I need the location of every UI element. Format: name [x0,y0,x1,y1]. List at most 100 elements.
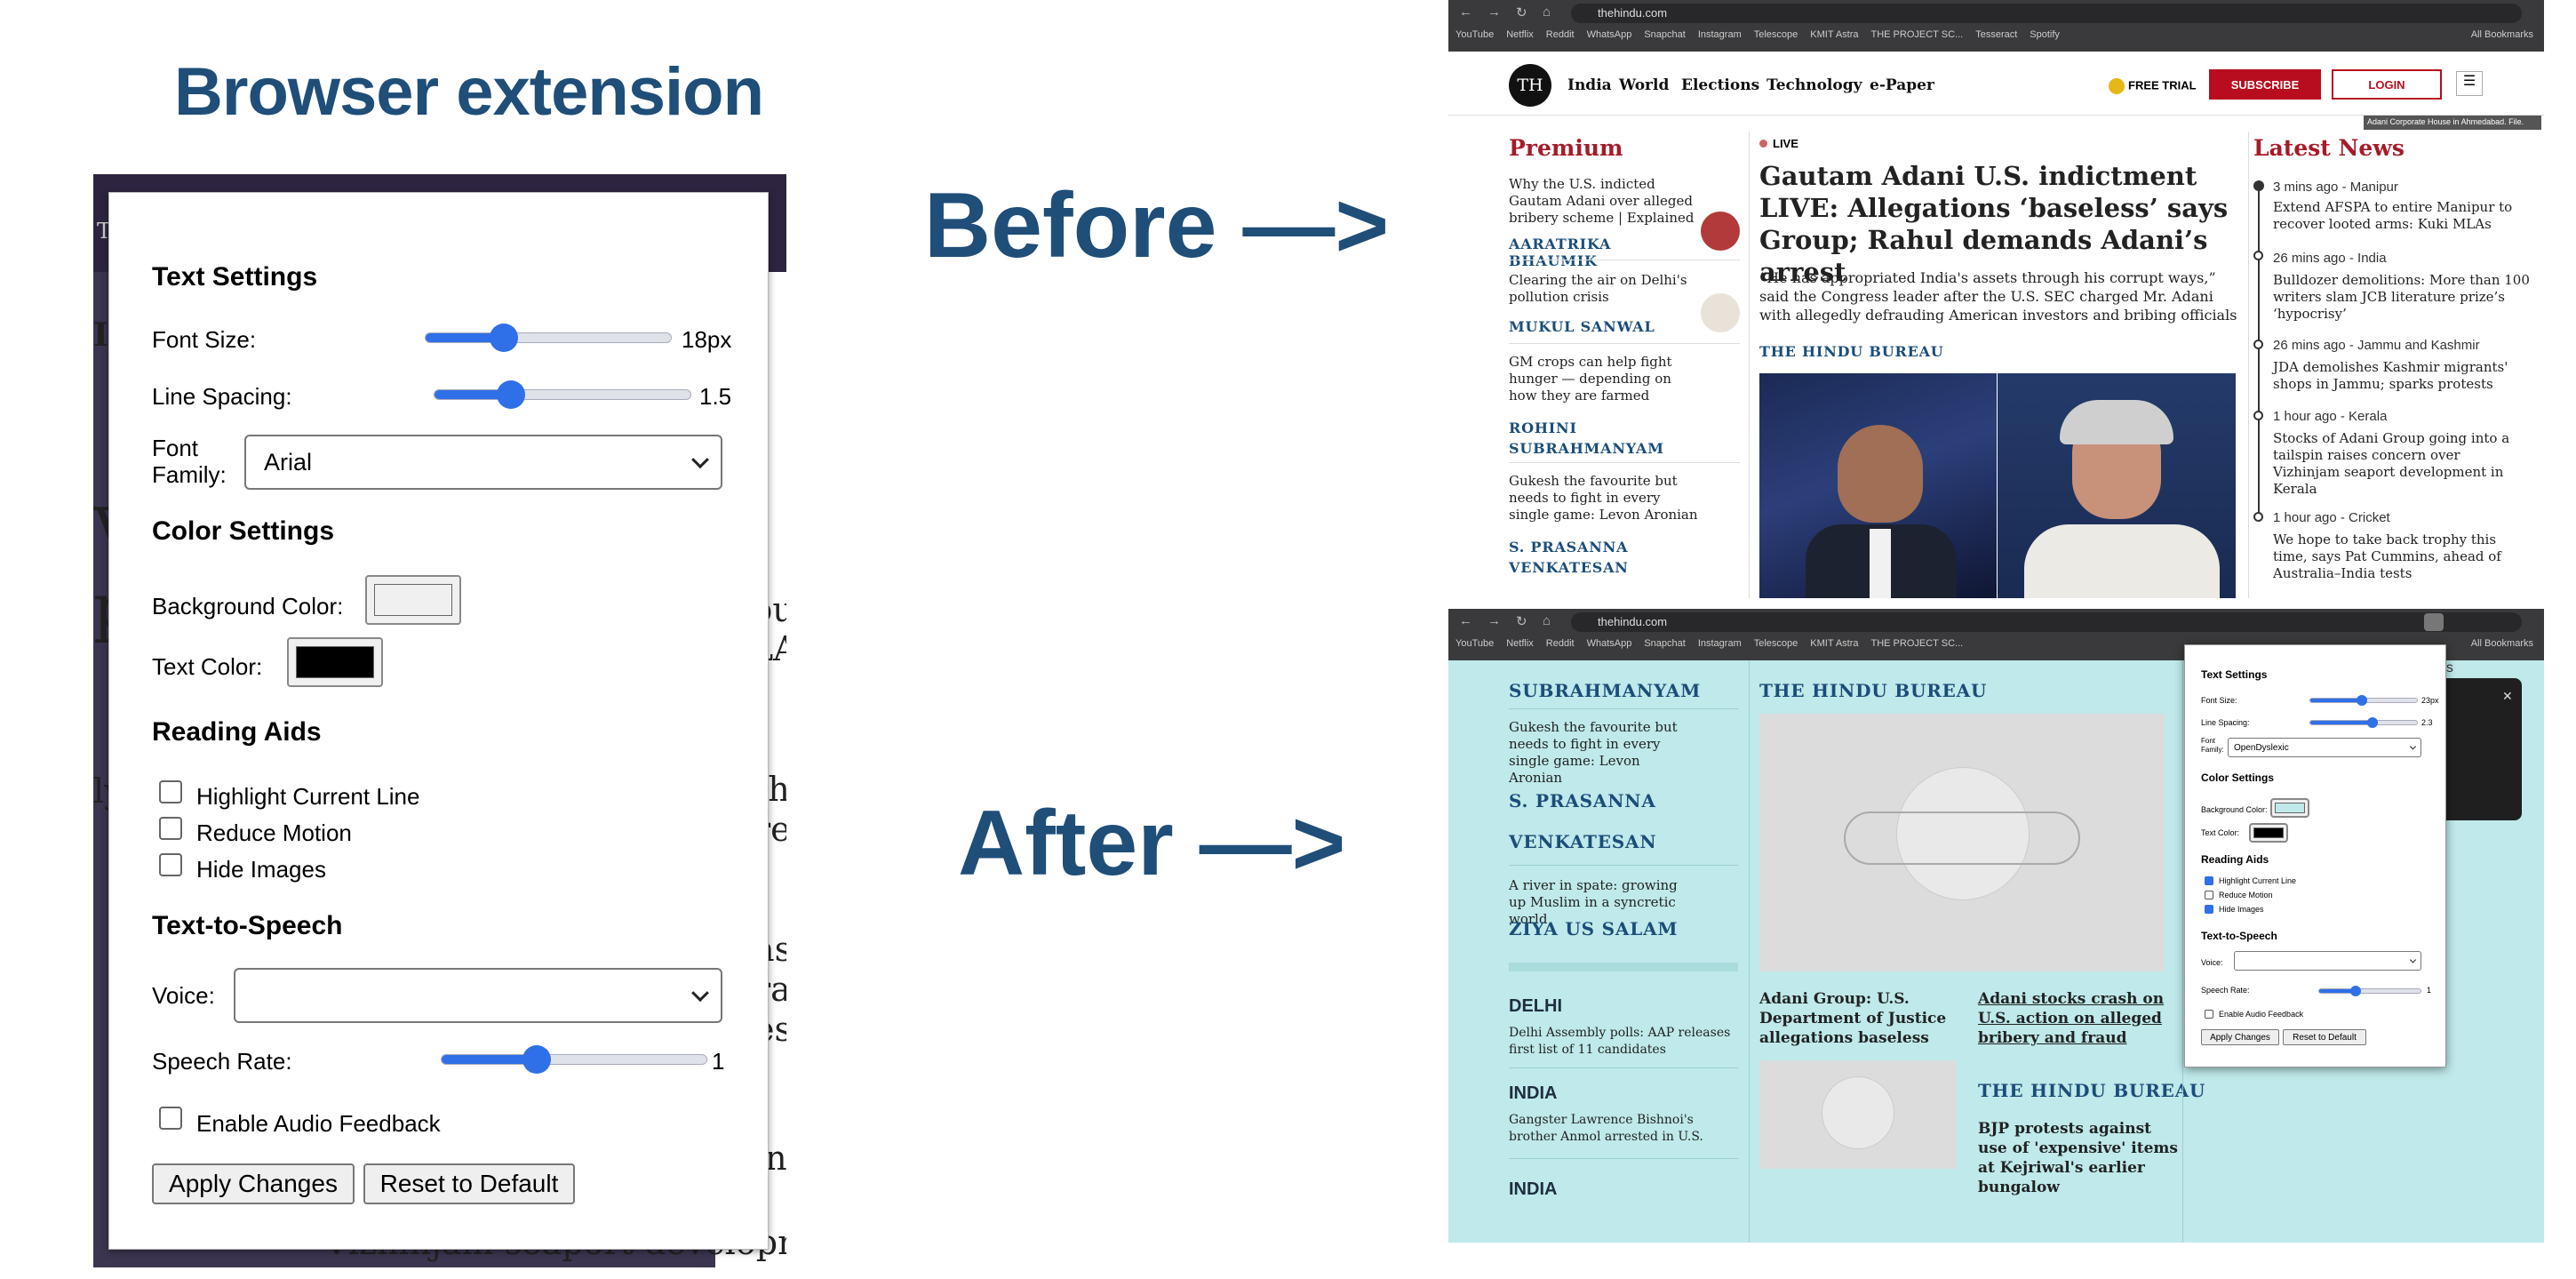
voice-select[interactable] [2234,951,2421,971]
story-text[interactable]: Delhi Assembly polls: AAP releases first… [1509,1025,1740,1059]
bookmark[interactable]: Reddit [1546,638,1575,649]
reset-default-button[interactable]: Reset to Default [2283,1029,2366,1045]
bookmark[interactable]: THE PROJECT SC... [1871,638,1964,649]
bookmark[interactable]: KMIT Astra [1810,29,1858,40]
all-bookmarks[interactable]: All Bookmarks [2471,638,2533,649]
author-name[interactable]: S. PRASANNA [1509,790,1656,811]
author-name[interactable]: ZIYA US SALAM [1509,918,1678,939]
hide-images-checkbox[interactable] [2205,905,2213,914]
premium-story[interactable]: GM crops can help fight hunger — dependi… [1509,354,1695,404]
slider-knob[interactable] [2366,717,2378,728]
forward-icon[interactable]: → [1487,613,1501,628]
rahul-photo[interactable] [1998,373,2236,598]
news-title[interactable]: JDA demolishes Kashmir migrants' shops i… [2273,359,2531,393]
byline[interactable]: THE HINDU BUREAU [1978,1080,2205,1101]
voice-select[interactable] [234,968,722,1023]
back-icon[interactable]: ← [1459,4,1472,20]
address-bar[interactable]: thehindu.com [1571,4,2522,23]
nav-link[interactable]: India [1567,76,1612,94]
audio-feedback-checkbox[interactable] [159,1107,182,1130]
slider-knob[interactable] [522,1045,552,1074]
author-name[interactable]: SUBRAHMANYAM [1509,680,1701,701]
author-name[interactable]: MUKUL SANWAL [1509,318,1655,335]
bookmark[interactable]: Telescope [1754,638,1798,649]
text-color-picker[interactable] [2249,823,2288,843]
bookmark[interactable]: Tesseract [1975,29,2017,40]
section-label[interactable]: DELHI [1509,996,1562,1017]
news-title[interactable]: We hope to take back trophy this time, s… [2273,532,2531,582]
background-color-picker[interactable] [365,575,461,625]
reset-default-button[interactable]: Reset to Default [363,1163,575,1204]
author-name[interactable]: AARATRIKA BHAUMIK [1509,236,1695,269]
news-title[interactable]: Bulldozer demolitions: More than 100 wri… [2273,272,2531,323]
audio-feedback-checkbox[interactable] [2205,1010,2213,1019]
bookmark[interactable]: Instagram [1698,29,1742,40]
font-size-slider[interactable] [425,324,672,352]
font-family-select[interactable]: OpenDyslexic [2228,738,2421,757]
nav-link[interactable]: Technology [1767,76,1862,94]
all-bookmarks[interactable]: All Bookmarks [2471,29,2533,40]
back-icon[interactable]: ← [1459,613,1472,628]
apply-changes-button[interactable]: Apply Changes [152,1163,355,1204]
subscribe-button[interactable]: SUBSCRIBE [2209,69,2321,100]
bookmark[interactable]: YouTube [1455,638,1494,649]
bookmark[interactable]: Netflix [1506,638,1534,649]
home-icon[interactable]: ⌂ [1543,613,1551,628]
slider-knob[interactable] [2350,986,2362,996]
reduce-motion-checkbox[interactable] [159,817,182,840]
slider-knob[interactable] [490,324,519,352]
bookmark[interactable]: Snapchat [1644,638,1685,649]
story-text[interactable]: Gukesh the favourite but needs to fight … [1509,719,1695,787]
premium-story[interactable]: Gukesh the favourite but needs to fight … [1509,473,1704,524]
highlight-line-checkbox[interactable] [2205,876,2213,885]
premium-story[interactable]: Clearing the air on Delhi's pollution cr… [1509,272,1695,306]
bookmark[interactable]: YouTube [1455,29,1494,40]
home-icon[interactable]: ⌂ [1543,4,1551,20]
premium-story[interactable]: Why the U.S. indicted Gautam Adani over … [1509,176,1695,227]
bookmark[interactable]: WhatsApp [1587,638,1632,649]
menu-icon[interactable]: ☰ [2456,71,2483,96]
section-label[interactable]: INDIA [1509,1179,1557,1200]
bookmark[interactable]: Instagram [1698,638,1742,649]
site-logo[interactable]: TH [1509,64,1551,107]
address-bar[interactable]: thehindu.com [1571,612,2522,632]
news-title[interactable]: Extend AFSPA to entire Manipur to recove… [2273,199,2531,233]
highlight-line-checkbox[interactable] [159,780,182,803]
line-spacing-slider[interactable] [2309,717,2418,728]
extension-icon[interactable] [2424,613,2444,631]
story-headline[interactable]: Adani Group: U.S. Department of Justice … [1759,989,1955,1048]
nav-link[interactable]: e-Paper [1870,76,1934,94]
bookmark[interactable]: Reddit [1546,29,1575,40]
hide-images-checkbox[interactable] [159,853,182,876]
bookmark[interactable]: KMIT Astra [1810,638,1858,649]
author-name[interactable]: VENKATESAN [1509,831,1656,852]
byline[interactable]: THE HINDU BUREAU [1759,680,1987,701]
nav-link[interactable]: Elections [1681,76,1759,94]
reload-icon[interactable]: ↻ [1516,4,1527,20]
lead-byline[interactable]: THE HINDU BUREAU [1759,343,1944,360]
slider-knob[interactable] [2356,695,2367,706]
story-headline[interactable]: Adani stocks crash on U.S. action on all… [1978,989,2173,1048]
line-spacing-slider[interactable] [434,380,691,409]
background-color-picker[interactable] [2270,798,2309,818]
close-icon[interactable]: ✕ [2502,689,2513,704]
nav-link[interactable]: World [1619,76,1669,94]
font-size-slider[interactable] [2309,695,2418,706]
story-text[interactable]: Gangster Lawrence Bishnoi's brother Anmo… [1509,1112,1740,1146]
adani-photo[interactable] [1759,373,1997,598]
bookmark[interactable]: Snapchat [1644,29,1685,40]
author-name[interactable]: ROHINI SUBRAHMANYAM [1509,418,1663,459]
speech-rate-slider[interactable] [2318,986,2421,996]
login-button[interactable]: LOGIN [2332,69,2442,100]
text-color-picker[interactable] [287,637,383,687]
section-label[interactable]: INDIA [1509,1083,1557,1104]
story-headline[interactable]: BJP protests against use of 'expensive' … [1978,1119,2182,1197]
bookmark[interactable]: Telescope [1754,29,1798,40]
bookmark[interactable]: Netflix [1506,29,1534,40]
speech-rate-slider[interactable] [441,1045,707,1074]
slider-knob[interactable] [497,380,526,409]
free-trial-link[interactable]: FREE TRIAL [2109,78,2197,94]
bookmark[interactable]: THE PROJECT SC... [1871,29,1964,40]
bookmark[interactable]: WhatsApp [1587,29,1632,40]
news-title[interactable]: Stocks of Adani Group going into a tails… [2273,430,2531,498]
